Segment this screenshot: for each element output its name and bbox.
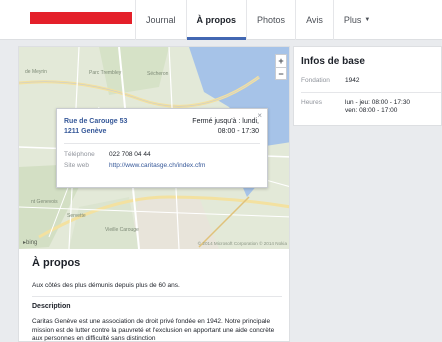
map-place-label: de Meyrin [25,69,47,75]
map-zoom-controls: + − [275,54,287,80]
address-line: Rue de Carouge 53 [64,118,128,125]
zoom-in-button[interactable]: + [276,55,286,67]
location-map[interactable]: de Meyrin Parc Trembley Sécheron nt Gene… [19,47,289,249]
map-place-label: nt Genevois [31,199,58,205]
about-title: À propos [32,257,81,269]
description-title: Description [32,303,71,310]
website-label: Site web [64,162,89,169]
about-section: À propos Aux côtés des plus démunis depu… [32,257,282,342]
opening-status: Fermé jusqu'à : lundi, 08:00 - 17:30 [192,117,259,137]
tab-label: À propos [196,15,237,25]
address-line: 1211 Genève [64,128,107,135]
tab-photos[interactable]: Photos [246,0,295,40]
website-link[interactable]: http://www.caritasge.ch/index.cfm [109,162,205,169]
tab-label: Avis [306,15,323,25]
map-provider-label: bing [26,240,38,246]
status-line: 08:00 - 17:30 [217,128,259,135]
address[interactable]: Rue de Carouge 53 1211 Genève [64,117,127,137]
phone-label: Téléphone [64,151,95,158]
tab-label: Journal [146,15,176,25]
tab-more[interactable]: Plus ▼ [332,0,380,40]
about-card: de Meyrin Parc Trembley Sécheron nt Gene… [18,46,290,342]
hours-label: Heures [301,99,322,106]
hours-line: lun - jeu: 08:00 - 17:30 [345,99,411,106]
map-place-label: Vieille Carouge [105,227,139,233]
status-line: Fermé jusqu'à : lundi, [192,118,259,125]
tab-reviews[interactable]: Avis [295,0,333,40]
hours-value: lun - jeu: 08:00 - 17:30 ven: 08:00 - 17… [345,99,410,115]
map-place-label: Servette [67,213,86,219]
tab-journal[interactable]: Journal [135,0,186,40]
zoom-out-button[interactable]: − [276,67,286,79]
basic-info-title: Infos de base [301,56,365,67]
brand-banner[interactable] [30,12,132,24]
about-tagline: Aux côtés des plus démunis depuis plus d… [32,282,180,289]
description-text: Caritas Genève est une association de dr… [32,318,275,342]
map-place-label: Parc Trembley [89,70,122,76]
page-tabs: Journal À propos Photos Avis Plus ▼ [135,0,380,40]
divider [32,296,282,297]
phone-value: 022 708 04 44 [109,151,151,158]
hours-line: ven: 08:00 - 17:00 [345,107,398,114]
website-row: Site web http://www.caritasge.ch/index.cf… [64,161,205,171]
map-copyright: © 2014 Microsoft Corporation © 2014 Noki… [197,241,287,246]
page-header: Journal À propos Photos Avis Plus ▼ [0,0,442,40]
divider [301,92,441,93]
divider [64,143,260,144]
tab-label: Photos [257,15,286,25]
phone-row: Téléphone 022 708 04 44 [64,150,151,160]
tab-about[interactable]: À propos [185,0,247,40]
tab-label: Plus [343,15,362,25]
basic-info-card: Infos de base Fondation 1942 Heures lun … [293,46,442,126]
map-provider-logo: ▸bing [23,239,37,246]
map-place-label: Sécheron [147,71,169,77]
founded-value: 1942 [345,77,360,84]
founded-label: Fondation [301,77,330,84]
chevron-down-icon: ▼ [364,17,371,23]
map-info-popup: × Rue de Carouge 53 1211 Genève Fermé ju… [56,108,268,188]
